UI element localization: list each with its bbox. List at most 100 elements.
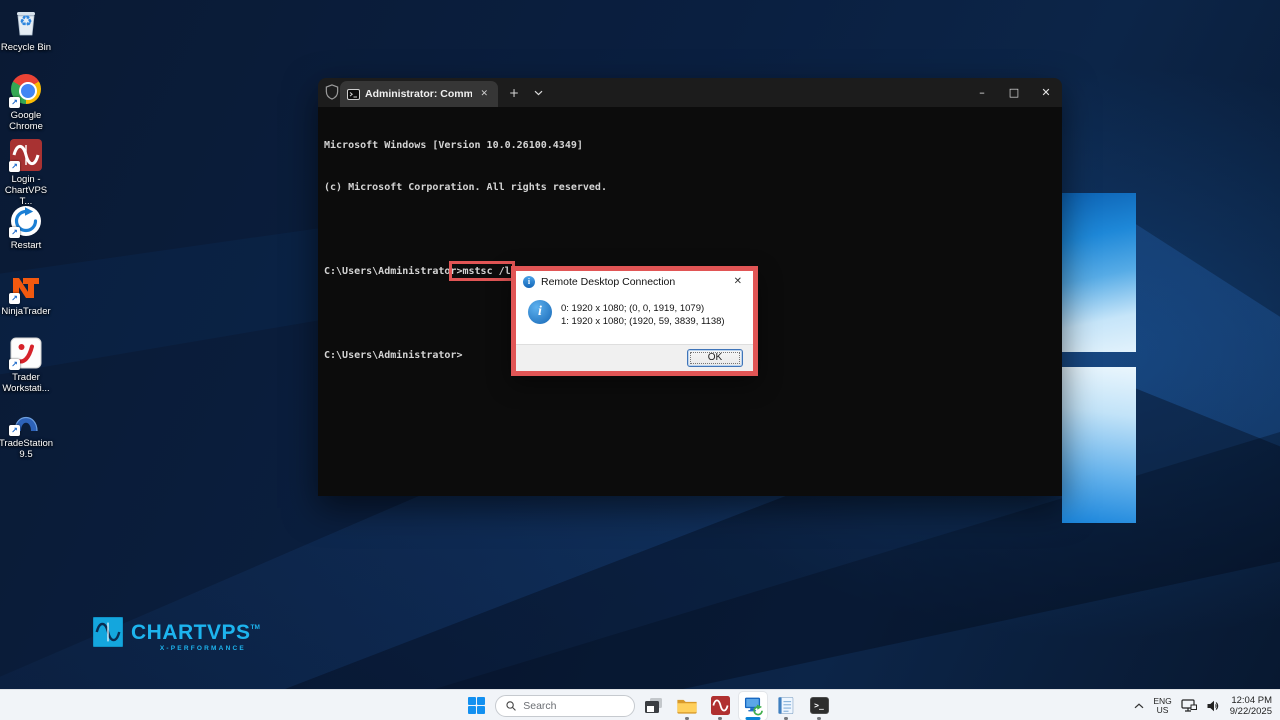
tray-time: 12:04 PM <box>1230 695 1272 706</box>
desktop-icon-label: Google Chrome <box>0 110 54 132</box>
maximize-button[interactable]: □ <box>998 78 1030 107</box>
trademark-symbol: TM <box>251 624 260 631</box>
desktop-icon-label: Login - ChartVPS T... <box>0 174 54 207</box>
brand-text: CHARTVPS <box>131 621 251 644</box>
remote-desktop-button[interactable] <box>739 692 767 720</box>
start-button[interactable] <box>462 692 490 720</box>
dialog-body: i 0: 1920 x 1080; (0, 0, 1919, 1079) 1: … <box>516 292 753 344</box>
dialog-title: Remote Desktop Connection <box>541 276 724 288</box>
tab-dropdown-button[interactable] <box>528 83 548 103</box>
tab-close-icon[interactable]: ✕ <box>477 87 491 101</box>
command-prompt-icon: >_ <box>810 697 829 714</box>
ok-button[interactable]: OK <box>687 349 743 367</box>
desktop-icon-label: TradeStation 9.5 <box>0 438 54 460</box>
tray-date: 9/22/2025 <box>1230 706 1272 717</box>
running-indicator <box>718 717 722 720</box>
chartvps-logo-icon <box>93 617 123 647</box>
shortcut-arrow-icon: ↗ <box>9 359 20 370</box>
taskbar: >_ ENG US <box>0 689 1280 720</box>
search-input[interactable] <box>523 700 624 712</box>
shortcut-arrow-icon: ↗ <box>9 425 20 436</box>
minimize-button[interactable]: – <box>966 78 998 107</box>
chartvps-watermark: CHARTVPSTM X-PERFORMANCE <box>93 617 260 652</box>
recycle-bin-icon: ♻ <box>9 6 43 40</box>
running-indicator <box>784 717 788 720</box>
terminal-line: Microsoft Windows [Version 10.0.26100.43… <box>324 139 1056 153</box>
shortcut-arrow-icon: ↗ <box>9 161 20 172</box>
desktop-icon-recycle-bin[interactable]: ♻ Recycle Bin <box>0 6 54 53</box>
desktop-icon-label: Restart <box>0 240 54 251</box>
network-icon <box>1181 699 1197 712</box>
brand-name: CHARTVPSTM <box>131 617 260 644</box>
search-icon <box>506 700 516 712</box>
dialog-close-button[interactable]: ✕ <box>730 275 746 288</box>
highlighted-command: mstsc /l <box>462 266 510 277</box>
active-indicator <box>746 717 761 720</box>
cmd-icon <box>347 89 360 100</box>
trader-workstation-icon: ↗ <box>9 336 43 370</box>
task-view-button[interactable] <box>640 692 668 720</box>
dialog-titlebar: i Remote Desktop Connection ✕ <box>516 271 753 292</box>
monitor-info-line: 1: 1920 x 1080; (1920, 59, 3839, 1138) <box>561 315 753 328</box>
info-icon-large: i <box>528 300 552 324</box>
remote-desktop-icon <box>743 695 764 716</box>
terminal-taskbar-button[interactable]: >_ <box>805 692 833 720</box>
windows-logo-icon <box>468 697 485 714</box>
notepad-icon <box>777 696 795 715</box>
terminal-titlebar: Administrator: Command Pro ✕ + – □ ✕ <box>318 78 1062 107</box>
monitor-info-line: 0: 1920 x 1080; (0, 0, 1919, 1079) <box>561 302 753 315</box>
new-tab-button[interactable]: + <box>504 83 524 103</box>
desktop-icon-google-chrome[interactable]: ↗ Google Chrome <box>0 72 54 132</box>
chartvps-app-icon <box>711 696 730 715</box>
terminal-prompt: C:\Users\Administrator> <box>324 266 462 277</box>
desktop-icon-label: Recycle Bin <box>0 42 54 53</box>
admin-shield-icon <box>325 84 339 100</box>
windows-logo-pane-top <box>1062 193 1136 352</box>
task-view-icon <box>645 698 663 714</box>
desktop-icon-tradestation[interactable]: ↗ TradeStation 9.5 <box>0 402 54 460</box>
chevron-down-icon <box>534 90 543 96</box>
terminal-tab[interactable]: Administrator: Command Pro ✕ <box>340 81 498 107</box>
clock[interactable]: 12:04 PM 9/22/2025 <box>1230 695 1272 717</box>
recycle-symbol: ♻ <box>9 12 43 30</box>
info-icon: i <box>523 276 535 288</box>
file-explorer-button[interactable] <box>673 692 701 720</box>
terminal-tab-title: Administrator: Command Pro <box>365 88 472 100</box>
chevron-up-icon <box>1134 703 1144 709</box>
desktop-icon-ninjatrader[interactable]: ↗ NinjaTrader <box>0 270 54 317</box>
desktop-icon-restart[interactable]: ↗ Restart <box>0 204 54 251</box>
tray-overflow-button[interactable] <box>1134 703 1144 709</box>
taskbar-search[interactable] <box>495 695 635 717</box>
language-indicator[interactable]: ENG US <box>1153 697 1171 715</box>
desktop-icon-trader-workstation[interactable]: ↗ Trader Workstati... <box>0 336 54 394</box>
shortcut-arrow-icon: ↗ <box>9 293 20 304</box>
windows-logo-pane-bottom <box>1062 367 1136 523</box>
restart-icon: ↗ <box>9 204 43 238</box>
desktop-icon-login-chartvps[interactable]: ↗ Login - ChartVPS T... <box>0 138 54 207</box>
desktop-screen: ♻ Recycle Bin ↗ Google Chrome ↗ Login - … <box>0 0 1280 720</box>
network-tray-button[interactable] <box>1181 699 1197 712</box>
shortcut-arrow-icon: ↗ <box>9 227 20 238</box>
command-text: mstsc /l <box>462 266 510 277</box>
chrome-icon: ↗ <box>9 74 43 108</box>
volume-tray-button[interactable] <box>1206 700 1221 712</box>
language-region: US <box>1153 706 1171 715</box>
close-button[interactable]: ✕ <box>1030 78 1062 107</box>
brand-tagline: X-PERFORMANCE <box>131 645 260 652</box>
dialog-footer: OK <box>516 344 753 371</box>
terminal-line: (c) Microsoft Corporation. All rights re… <box>324 181 1056 195</box>
ninjatrader-icon: ↗ <box>9 270 43 304</box>
desktop-icon-label: NinjaTrader <box>0 306 54 317</box>
file-explorer-icon <box>676 697 698 715</box>
rdp-monitors-dialog: i Remote Desktop Connection ✕ i 0: 1920 … <box>511 266 758 376</box>
notepad-button[interactable] <box>772 692 800 720</box>
chartvps-app-button[interactable] <box>706 692 734 720</box>
running-indicator <box>817 717 821 720</box>
window-controls: – □ ✕ <box>966 78 1062 107</box>
terminal-blank-line <box>324 223 1056 237</box>
speaker-icon <box>1206 700 1221 712</box>
shortcut-arrow-icon: ↗ <box>9 97 20 108</box>
tradestation-icon: ↗ <box>9 402 43 436</box>
desktop-icon-label: Trader Workstati... <box>0 372 54 394</box>
running-indicator <box>685 717 689 720</box>
